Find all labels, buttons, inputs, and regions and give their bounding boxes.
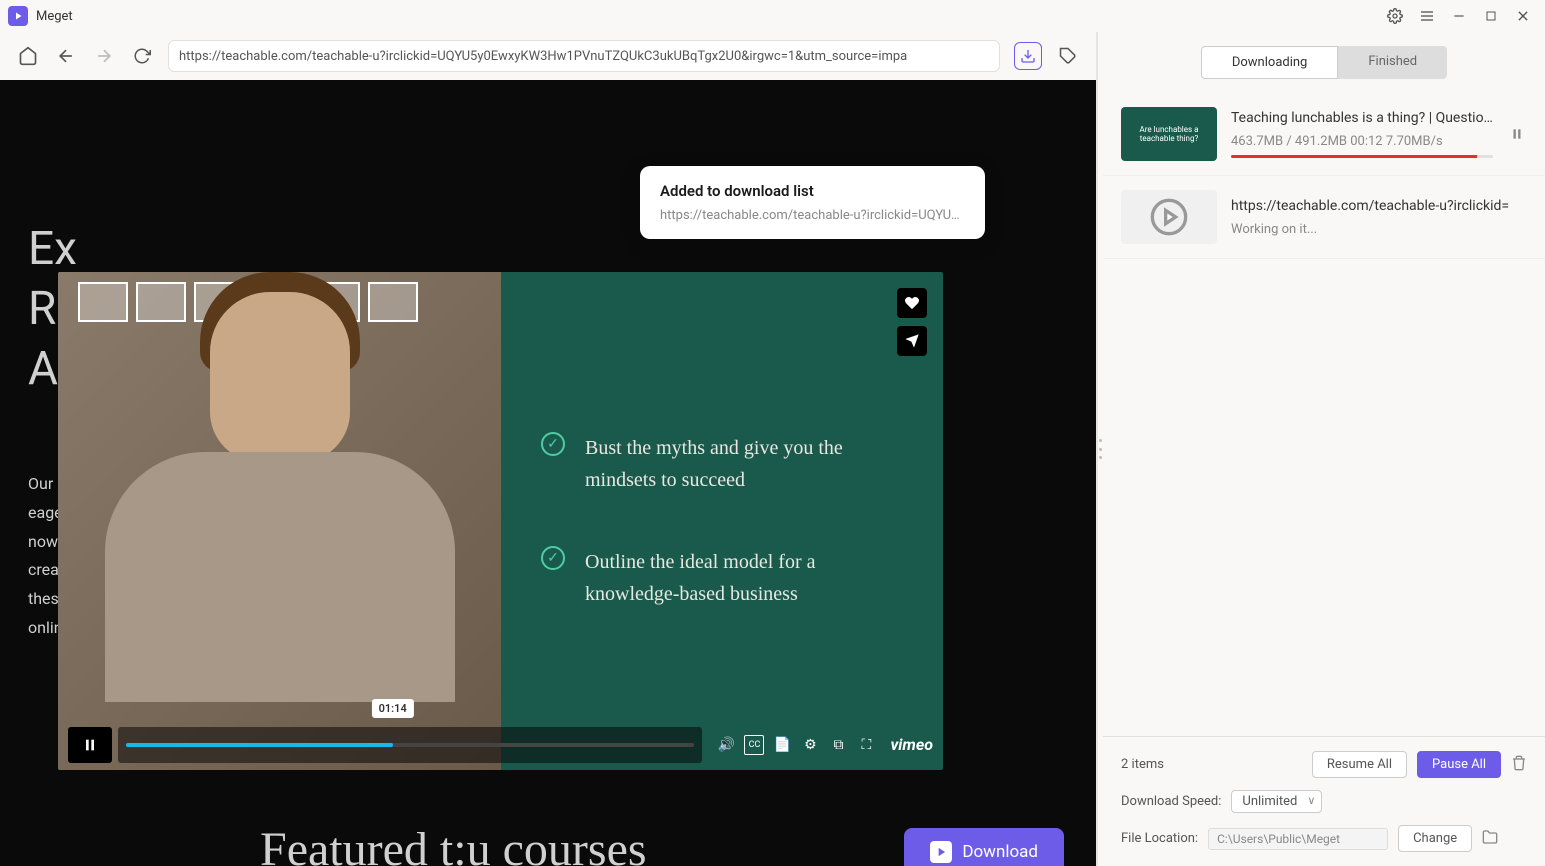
download-toast: Added to download list https://teachable… (640, 166, 985, 239)
download-item[interactable]: https://teachable.com/teachable-u?irclic… (1103, 176, 1545, 259)
items-count: 2 items (1121, 757, 1164, 772)
bookmark-button[interactable] (1056, 44, 1080, 68)
back-button[interactable] (54, 44, 78, 68)
share-button[interactable] (897, 326, 927, 356)
open-folder-button[interactable] (1482, 829, 1498, 849)
minimize-button[interactable] (1445, 2, 1473, 30)
vimeo-logo[interactable]: vimeo (890, 735, 933, 755)
speed-select[interactable]: Unlimited (1231, 790, 1322, 813)
pip-icon[interactable]: ⧉ (828, 735, 848, 755)
speed-label: Download Speed: (1121, 794, 1221, 809)
download-stats: 463.7MB / 491.2MB 00:12 7.70MB/s (1231, 134, 1493, 149)
menu-button[interactable] (1413, 2, 1441, 30)
volume-icon[interactable]: 🔊 (716, 735, 736, 755)
pause-all-button[interactable]: Pause All (1417, 751, 1501, 778)
download-thumbnail (1121, 190, 1217, 244)
download-panel: Downloading Finished Are lunchables a te… (1103, 32, 1545, 866)
video-bullet: ✓ Bust the myths and give you the mindse… (541, 432, 903, 496)
check-icon: ✓ (541, 432, 565, 456)
fullscreen-icon[interactable]: ⛶ (856, 735, 876, 755)
toast-url: https://teachable.com/teachable-u?irclic… (660, 208, 965, 223)
app-title: Meget (36, 9, 73, 24)
pause-download-button[interactable] (1507, 127, 1527, 141)
location-label: File Location: (1121, 831, 1198, 846)
tab-finished[interactable]: Finished (1338, 46, 1447, 79)
change-location-button[interactable]: Change (1398, 825, 1472, 852)
featured-heading: Featured t:u courses (260, 822, 647, 866)
download-thumbnail: Are lunchables a teachable thing? (1121, 107, 1217, 161)
location-field: C:\Users\Public\Meget (1208, 828, 1388, 850)
download-item[interactable]: Are lunchables a teachable thing? Teachi… (1103, 93, 1545, 176)
settings-button[interactable] (1381, 2, 1409, 30)
browser-toolbar: https://teachable.com/teachable-u?irclic… (0, 32, 1096, 80)
tab-downloading[interactable]: Downloading (1201, 46, 1339, 79)
download-status: Working on it... (1231, 222, 1527, 237)
pause-button[interactable] (68, 727, 112, 763)
forward-button[interactable] (92, 44, 116, 68)
video-bullet: ✓ Outline the ideal model for a knowledg… (541, 546, 903, 610)
video-progress[interactable]: 01:14 (118, 727, 702, 763)
like-button[interactable] (897, 288, 927, 318)
url-bar[interactable]: https://teachable.com/teachable-u?irclic… (168, 40, 1000, 72)
resume-all-button[interactable]: Resume All (1312, 751, 1407, 778)
download-progress (1231, 155, 1493, 158)
download-title: https://teachable.com/teachable-u?irclic… (1231, 198, 1527, 214)
video-timestamp: 01:14 (372, 699, 414, 718)
video-controls: 01:14 🔊 CC 📄 ⚙ ⧉ ⛶ vimeo (58, 720, 943, 770)
video-frame[interactable] (58, 272, 501, 770)
transcript-icon[interactable]: 📄 (772, 735, 792, 755)
app-logo (8, 6, 28, 26)
clear-list-button[interactable] (1511, 755, 1527, 775)
maximize-button[interactable] (1477, 2, 1505, 30)
webpage-viewport[interactable]: Ex Re A Our eage now crea thes onlin Fea… (0, 80, 1096, 866)
video-player: ✓ Bust the myths and give you the mindse… (58, 272, 943, 770)
download-icon (930, 841, 952, 863)
get-video-button[interactable] (1014, 42, 1042, 70)
download-button[interactable]: Download (904, 828, 1064, 866)
settings-icon[interactable]: ⚙ (800, 735, 820, 755)
download-title: Teaching lunchables is a thing? | Questi… (1231, 110, 1493, 126)
reload-button[interactable] (130, 44, 154, 68)
toast-title: Added to download list (660, 182, 965, 200)
titlebar: Meget (0, 0, 1545, 32)
home-button[interactable] (16, 44, 40, 68)
cc-icon[interactable]: CC (744, 735, 764, 755)
close-button[interactable] (1509, 2, 1537, 30)
check-icon: ✓ (541, 546, 565, 570)
